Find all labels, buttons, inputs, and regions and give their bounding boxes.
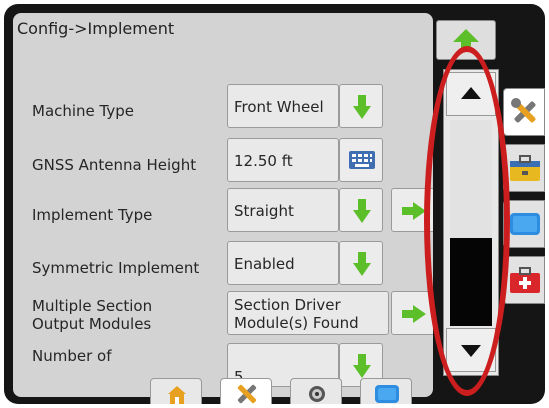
scroll-thumb[interactable] bbox=[450, 238, 492, 326]
symmetric-implement-label: Symmetric Implement bbox=[32, 259, 200, 277]
gnss-antenna-height-keyboard-button[interactable] bbox=[339, 138, 383, 182]
number-of-sections-label: Number of bbox=[32, 347, 112, 365]
green-up-arrow-icon bbox=[453, 29, 479, 51]
implement-type-value[interactable]: Straight bbox=[227, 188, 339, 232]
disc-icon bbox=[309, 386, 325, 402]
triangle-down-icon bbox=[461, 345, 481, 357]
toolbox-icon bbox=[510, 155, 540, 181]
green-down-arrow-icon bbox=[353, 95, 371, 119]
tab-screen[interactable] bbox=[360, 378, 412, 404]
implement-type-dropdown-button[interactable] bbox=[339, 188, 383, 232]
scroll-down-button[interactable] bbox=[446, 328, 496, 372]
screen-icon bbox=[375, 385, 399, 403]
tools-icon bbox=[511, 98, 536, 123]
gnss-antenna-height-value[interactable]: 12.50 ft bbox=[227, 138, 339, 182]
green-down-arrow-icon bbox=[353, 354, 371, 378]
green-down-arrow-icon bbox=[353, 252, 371, 276]
first-aid-kit-icon bbox=[510, 267, 540, 293]
side-tab-monitor[interactable] bbox=[503, 200, 545, 248]
tools-icon bbox=[237, 384, 257, 404]
value-line-2: Module(s) Found bbox=[234, 314, 359, 332]
tab-tools[interactable] bbox=[220, 378, 272, 404]
machine-type-dropdown-button[interactable] bbox=[339, 84, 383, 128]
scrollbar[interactable] bbox=[443, 69, 499, 376]
gnss-antenna-height-label: GNSS Antenna Height bbox=[32, 156, 197, 174]
symmetric-implement-value[interactable]: Enabled bbox=[227, 241, 339, 285]
implement-type-label: Implement Type bbox=[32, 206, 153, 224]
label-line-1: Multiple Section bbox=[32, 297, 153, 315]
multiple-section-next-button[interactable] bbox=[391, 291, 433, 335]
implement-type-next-button[interactable] bbox=[391, 188, 433, 232]
home-icon bbox=[168, 386, 186, 404]
green-right-arrow-icon bbox=[402, 202, 426, 220]
tab-home[interactable] bbox=[150, 378, 202, 404]
bottom-tab-bar bbox=[150, 378, 422, 404]
keyboard-icon bbox=[349, 151, 375, 169]
display-bezel: Config->Implement Machine Type Front Whe… bbox=[4, 4, 545, 404]
machine-type-value[interactable]: Front Wheel bbox=[227, 84, 339, 128]
label-line-2: Output Modules bbox=[32, 315, 152, 333]
monitor-icon bbox=[510, 213, 540, 235]
green-right-arrow-icon bbox=[402, 305, 426, 323]
page-title: Config->Implement bbox=[17, 19, 175, 38]
side-tab-first-aid[interactable] bbox=[503, 256, 545, 304]
side-tab-toolbox[interactable] bbox=[503, 144, 545, 192]
scroll-up-button[interactable] bbox=[446, 72, 496, 116]
tab-disc[interactable] bbox=[290, 378, 342, 404]
green-down-arrow-icon bbox=[353, 199, 371, 223]
config-screen: Config->Implement Machine Type Front Whe… bbox=[13, 13, 433, 397]
multiple-section-output-modules-label: Multiple Section Output Modules bbox=[32, 297, 152, 333]
value-line-1: Section Driver bbox=[234, 296, 341, 314]
triangle-up-icon bbox=[461, 87, 481, 99]
page-up-button[interactable] bbox=[436, 20, 496, 60]
side-tab-tools[interactable] bbox=[503, 88, 545, 136]
symmetric-implement-dropdown-button[interactable] bbox=[339, 241, 383, 285]
machine-type-label: Machine Type bbox=[32, 102, 135, 120]
multiple-section-output-modules-value: Section Driver Module(s) Found bbox=[227, 291, 389, 335]
